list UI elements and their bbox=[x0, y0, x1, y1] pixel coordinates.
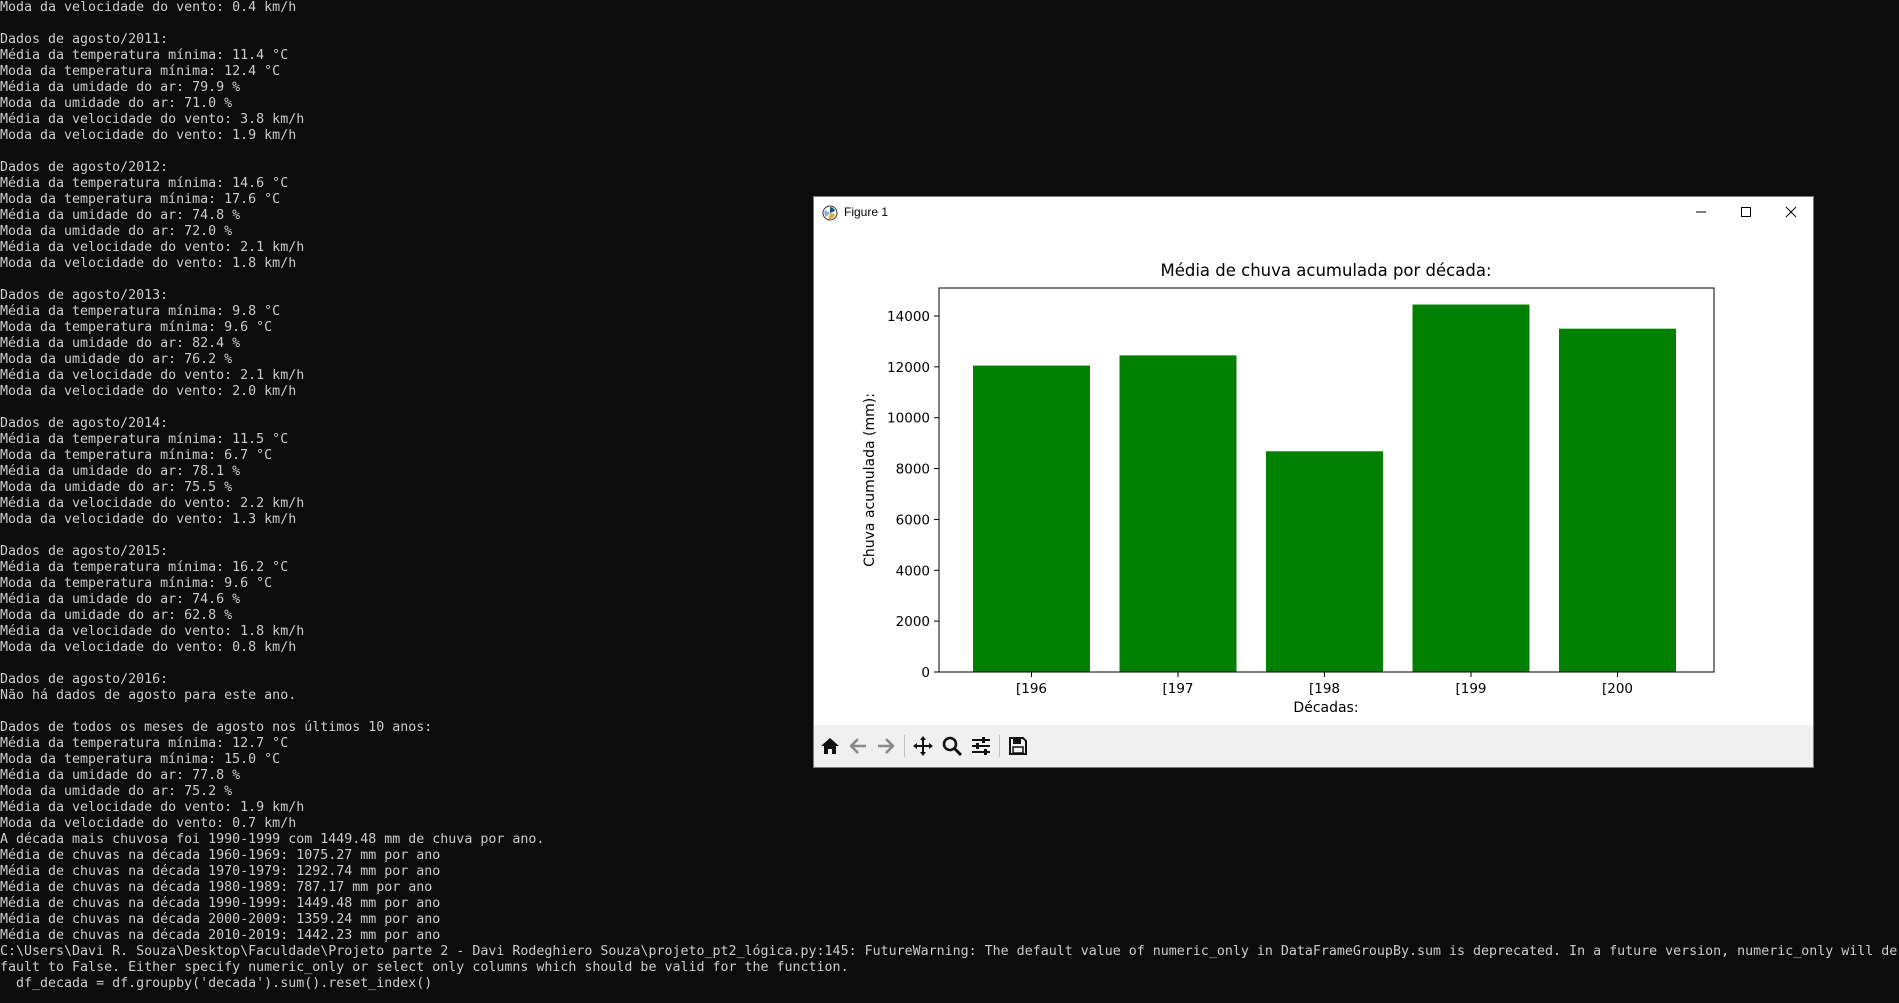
bar bbox=[1559, 328, 1676, 672]
terminal-line: Média de chuvas na década 1990-1999: 144… bbox=[0, 896, 441, 911]
terminal-line: A década mais chuvosa foi 1990-1999 com … bbox=[0, 832, 545, 847]
x-tick-label: [199 bbox=[1455, 681, 1486, 697]
terminal-line: Moda da velocidade do vento: 1.9 km/h bbox=[0, 128, 297, 143]
bar bbox=[1266, 451, 1383, 672]
y-axis: 0 2000 4000 6000 8000 10000 12000 14000 bbox=[887, 309, 939, 681]
x-axis: [196 [197 [198 [199 [200 bbox=[1016, 672, 1633, 697]
terminal-line: Dados de agosto/2012: bbox=[0, 160, 169, 175]
y-tick-label: 8000 bbox=[896, 462, 930, 478]
bars bbox=[973, 304, 1676, 672]
y-tick-label: 2000 bbox=[896, 614, 930, 630]
home-icon bbox=[821, 738, 839, 754]
pan-icon bbox=[913, 736, 933, 756]
save-icon bbox=[1009, 737, 1027, 755]
bar bbox=[1119, 355, 1237, 672]
terminal-line: Moda da temperatura mínima: 12.4 °C bbox=[0, 64, 281, 79]
figure-canvas[interactable]: Média de chuva acumulada por década: 0 20… bbox=[814, 227, 1813, 723]
configure-subplots-icon bbox=[972, 737, 990, 755]
terminal-line: Média da umidade do ar: 77.8 % bbox=[0, 768, 241, 783]
chart-title: Média de chuva acumulada por década: bbox=[1160, 261, 1491, 280]
forward-button[interactable] bbox=[873, 733, 899, 759]
navigation-toolbar bbox=[814, 725, 1813, 767]
x-tick-label: [196 bbox=[1016, 681, 1047, 697]
y-tick-label: 12000 bbox=[887, 360, 930, 376]
y-tick-label: 0 bbox=[921, 665, 930, 681]
terminal-line: Média de chuvas na década 2000-2009: 135… bbox=[0, 912, 441, 927]
x-axis-label: Décadas: bbox=[1293, 700, 1358, 716]
terminal-line: Moda da umidade do ar: 71.0 % bbox=[0, 96, 233, 111]
y-axis-label: Chuva acumulada (mm): bbox=[862, 393, 878, 567]
terminal-line: Média da temperatura mínima: 11.4 °C bbox=[0, 48, 289, 63]
home-button[interactable] bbox=[817, 733, 843, 759]
pan-button[interactable] bbox=[910, 733, 936, 759]
x-tick-label: [197 bbox=[1162, 681, 1193, 697]
toolbar-separator bbox=[999, 735, 1000, 757]
forward-arrow-icon bbox=[878, 738, 895, 754]
back-button[interactable] bbox=[845, 733, 871, 759]
save-button[interactable] bbox=[1005, 733, 1031, 759]
minimize-button[interactable] bbox=[1678, 197, 1724, 227]
close-icon bbox=[1785, 206, 1797, 218]
configure-subplots-button[interactable] bbox=[968, 733, 994, 759]
window-title: Figure 1 bbox=[844, 205, 889, 219]
terminal-line: Média de chuvas na década 1980-1989: 787… bbox=[0, 880, 433, 895]
terminal-line: Média de chuvas na década 1970-1979: 129… bbox=[0, 864, 441, 879]
terminal-line: Moda da velocidade do vento: 0.4 km/h bbox=[0, 0, 297, 15]
matplotlib-icon bbox=[822, 205, 838, 221]
toolbar-separator bbox=[904, 735, 905, 757]
terminal-line: Moda da umidade do ar: 75.2 % bbox=[0, 784, 233, 799]
maximize-button[interactable] bbox=[1723, 197, 1769, 227]
back-arrow-icon bbox=[849, 738, 866, 754]
x-tick-label: [198 bbox=[1309, 681, 1340, 697]
terminal-line: Média de chuvas na década 2010-2019: 144… bbox=[0, 928, 441, 943]
maximize-icon bbox=[1741, 207, 1751, 217]
close-button[interactable] bbox=[1768, 197, 1814, 227]
x-tick-label: [200 bbox=[1602, 681, 1633, 697]
bar bbox=[973, 365, 1090, 672]
zoom-icon bbox=[942, 736, 963, 757]
terminal-line: Média da umidade do ar: 79.9 % bbox=[0, 80, 241, 95]
bar-chart: Média de chuva acumulada por década: 0 20… bbox=[862, 261, 1715, 716]
terminal-line: df_decada = df.groupby('decada').sum().r… bbox=[0, 976, 433, 991]
terminal-line: Média da velocidade do vento: 1.9 km/h bbox=[0, 800, 305, 815]
bar bbox=[1412, 304, 1530, 672]
y-tick-label: 4000 bbox=[896, 563, 930, 579]
title-bar[interactable]: Figure 1 bbox=[814, 197, 1813, 227]
terminal-line: Moda da velocidade do vento: 0.7 km/h bbox=[0, 816, 297, 831]
zoom-button[interactable] bbox=[939, 733, 965, 759]
terminal-line: C:\Users\Davi R. Souza\Desktop\Faculdade… bbox=[0, 944, 1898, 959]
y-tick-label: 14000 bbox=[887, 309, 930, 325]
terminal-line: Média de chuvas na década 1960-1969: 107… bbox=[0, 848, 441, 863]
y-tick-label: 6000 bbox=[896, 512, 930, 528]
figure-window[interactable]: Figure 1 Média de chuva acumulada por dé… bbox=[813, 196, 1814, 768]
terminal-line: Dados de agosto/2011: bbox=[0, 32, 169, 47]
y-tick-label: 10000 bbox=[887, 411, 930, 427]
terminal-line: fault to False. Either specify numeric_o… bbox=[0, 960, 849, 975]
minimize-icon bbox=[1696, 211, 1706, 213]
terminal-line: Média da velocidade do vento: 3.8 km/h bbox=[0, 112, 305, 127]
terminal-line: Média da temperatura mínima: 14.6 °C bbox=[0, 176, 289, 191]
